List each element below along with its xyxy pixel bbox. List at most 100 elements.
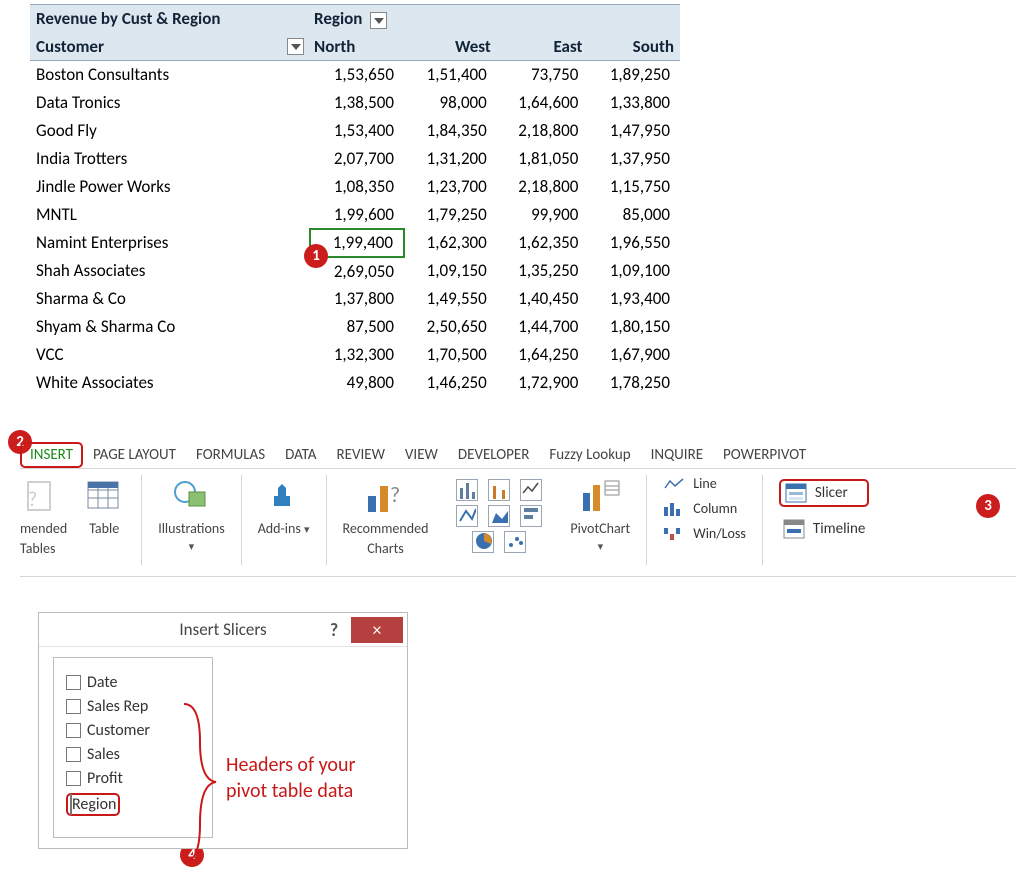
customer-cell[interactable]: Boston Consultants [30,61,310,89]
value-cell[interactable]: 1,81,050 [497,145,589,173]
value-cell[interactable]: 1,33,800 [588,89,680,117]
table-row[interactable]: Shyam & Sharma Co87,5002,50,6501,44,7001… [30,313,680,341]
value-cell[interactable]: 49,800 [310,369,404,397]
customer-cell[interactable]: Data Tronics [30,89,310,117]
value-cell[interactable]: 1,67,900 [588,341,680,369]
value-cell[interactable]: 1,37,800 [310,285,404,313]
slicer-field-date[interactable]: Date [66,673,200,692]
value-cell[interactable]: 1,35,250 [497,257,589,285]
value-cell[interactable]: 1,46,250 [404,369,497,397]
tab-powerpivot[interactable]: POWERPIVOT [713,442,816,468]
customer-cell[interactable]: Shah Associates [30,257,310,285]
value-cell[interactable]: 1,15,750 [588,173,680,201]
sparkline-winloss[interactable]: Win/Loss [663,525,746,542]
value-cell[interactable]: 1,31,200 [404,145,497,173]
value-cell[interactable]: 1,40,450 [497,285,589,313]
customer-dropdown[interactable] [287,38,304,55]
tab-developer[interactable]: DEVELOPER [448,442,540,468]
value-cell[interactable]: 1,96,550 [588,229,680,257]
table-row[interactable]: Jindle Power Works1,08,3501,23,7002,18,8… [30,173,680,201]
scatter-chart-icon[interactable] [504,531,526,553]
value-cell[interactable]: 1,09,150 [404,257,497,285]
line-chart-icon[interactable] [456,505,478,527]
checkbox[interactable] [66,675,81,690]
stock-chart-icon[interactable] [520,479,542,501]
charts-gallery[interactable] [444,475,554,553]
area-chart-icon[interactable] [488,505,510,527]
help-icon[interactable]: ? [317,619,351,641]
value-cell[interactable]: 1,53,650 [310,61,404,89]
value-cell[interactable]: 87,500 [310,313,404,341]
value-cell[interactable]: 85,000 [588,201,680,229]
value-cell[interactable]: 1,78,250 [588,369,680,397]
value-cell[interactable]: 1,70,500 [404,341,497,369]
sparkline-column[interactable]: Column [663,500,746,517]
customer-cell[interactable]: Sharma & Co [30,285,310,313]
table-row[interactable]: India Trotters2,07,7001,31,2001,81,0501,… [30,145,680,173]
customer-cell[interactable]: India Trotters [30,145,310,173]
value-cell[interactable]: 1,84,350 [404,117,497,145]
tab-page-layout[interactable]: PAGE LAYOUT [83,442,186,468]
customer-cell[interactable]: Shyam & Sharma Co [30,313,310,341]
pivot-table[interactable]: Revenue by Cust & Region Region Customer… [30,4,680,397]
group-addins[interactable]: Add-ins ▾ [258,475,310,537]
checkbox[interactable] [66,747,81,762]
tab-data[interactable]: DATA [275,442,326,468]
table-row[interactable]: Good Fly1,53,4001,84,3502,18,8001,47,950 [30,117,680,145]
customer-cell[interactable]: VCC [30,341,310,369]
group-illustrations[interactable]: Illustrations ▾ [158,475,225,553]
value-cell[interactable]: 1,79,250 [404,201,497,229]
value-cell[interactable]: 1,53,400 [310,117,404,145]
table-row[interactable]: White Associates49,8001,46,2501,72,9001,… [30,369,680,397]
table-row[interactable]: Shah Associates2,69,0501,09,1501,35,2501… [30,257,680,285]
tab-fuzzy-lookup[interactable]: Fuzzy Lookup [539,442,640,468]
customer-cell[interactable]: White Associates [30,369,310,397]
checkbox[interactable] [66,771,81,786]
region-filter-dropdown[interactable] [370,12,387,29]
value-cell[interactable]: 1,93,400 [588,285,680,313]
close-icon[interactable]: × [351,617,403,643]
value-cell[interactable]: 1,62,300 [404,229,497,257]
group-pivotchart[interactable]: PivotChart ▾ [570,475,630,553]
value-cell[interactable]: 2,07,700 [310,145,404,173]
table-row[interactable]: Sharma & Co1,37,8001,49,5501,40,4501,93,… [30,285,680,313]
tab-inquire[interactable]: INQUIRE [641,442,713,468]
value-cell[interactable]: 1,51,400 [404,61,497,89]
value-cell[interactable]: 1,64,250 [497,341,589,369]
value-cell[interactable]: 2,18,800 [497,117,589,145]
value-cell[interactable]: 1,37,950 [588,145,680,173]
table-row[interactable]: Data Tronics1,38,50098,0001,64,6001,33,8… [30,89,680,117]
timeline-button[interactable]: Timeline [779,517,869,541]
customer-cell[interactable]: Jindle Power Works [30,173,310,201]
col-chart-icon[interactable] [488,479,510,501]
value-cell[interactable]: 1,47,950 [588,117,680,145]
bar-chart-icon[interactable] [456,479,478,501]
value-cell[interactable]: 1,23,700 [404,173,497,201]
pie-chart-icon[interactable] [472,531,494,553]
value-cell[interactable]: 1,99,600 [310,201,404,229]
checkbox[interactable] [66,699,81,714]
value-cell[interactable]: 1,89,250 [588,61,680,89]
tab-review[interactable]: REVIEW [326,442,394,468]
value-cell[interactable]: 1,09,100 [588,257,680,285]
table-row[interactable]: Namint Enterprises1,99,4001,62,3001,62,3… [30,229,680,257]
group-table[interactable]: Table [83,475,125,537]
value-cell[interactable]: 73,750 [497,61,589,89]
checkbox[interactable] [66,723,81,738]
customer-cell[interactable]: MNTL [30,201,310,229]
table-row[interactable]: Boston Consultants1,53,6501,51,40073,750… [30,61,680,89]
value-cell[interactable]: 1,62,350 [497,229,589,257]
tab-view[interactable]: VIEW [395,442,448,468]
group-recommended-charts[interactable]: ? Recommended Charts [343,475,429,557]
hbar-chart-icon[interactable] [520,505,542,527]
value-cell[interactable]: 98,000 [404,89,497,117]
value-cell[interactable]: 1,32,300 [310,341,404,369]
value-cell[interactable]: 1,80,150 [588,313,680,341]
value-cell[interactable]: 1,08,350 [310,173,404,201]
value-cell[interactable]: 1,44,700 [497,313,589,341]
slicer-button[interactable]: Slicer [779,479,869,507]
customer-cell[interactable]: Good Fly [30,117,310,145]
value-cell[interactable]: 1,38,500 [310,89,404,117]
tab-insert[interactable]: INSERT [20,442,83,468]
value-cell[interactable]: 1,64,600 [497,89,589,117]
